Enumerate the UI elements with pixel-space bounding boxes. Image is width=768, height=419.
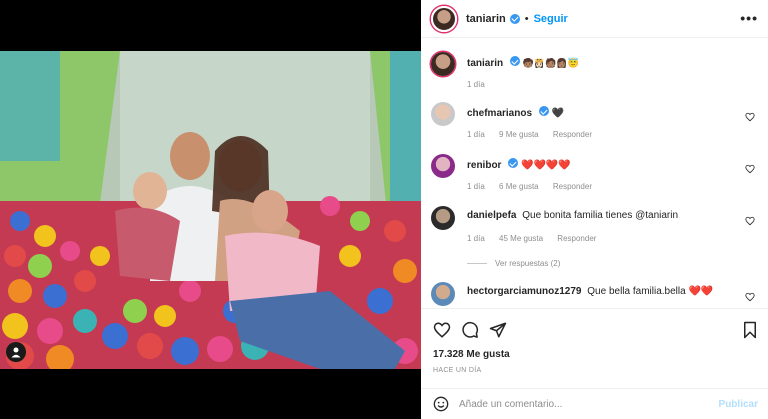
comment-meta: 1 día 45 Me gusta Responder xyxy=(467,234,608,243)
comment-body: danielpefa Que bonita familia tienes @ta… xyxy=(467,210,747,221)
comment-body: hectorgarciamunoz1279 Que bella familia.… xyxy=(467,286,747,297)
caption-body: taniarin 🧒🏽👸🏻🧑🏽👩🏽😇 xyxy=(467,56,747,69)
comment-time: 1 día xyxy=(467,182,485,191)
share-icon[interactable] xyxy=(489,321,507,339)
user-tag-icon[interactable] xyxy=(6,342,26,362)
view-replies-button[interactable]: Ver respuestas (2) xyxy=(467,259,560,268)
publish-button[interactable]: Publicar xyxy=(719,399,758,410)
heart-icon[interactable] xyxy=(745,216,755,226)
verified-icon xyxy=(508,158,519,168)
comment-time: 1 día xyxy=(467,234,485,243)
comment-text: ❤️❤️❤️❤️ xyxy=(521,160,571,171)
comment-avatar[interactable] xyxy=(431,102,455,126)
follow-button[interactable]: Seguir xyxy=(534,13,568,25)
comment-author[interactable]: danielpefa xyxy=(467,210,516,221)
post-actions: 17.328 Me gusta HACE UN DÍA xyxy=(421,308,768,388)
comment-meta: 1 día 6 Me gusta Responder xyxy=(467,182,604,191)
caption-author[interactable]: taniarin xyxy=(467,58,503,69)
comment-text: 🖤 xyxy=(551,108,565,119)
instagram-post-modal: taniarin • Seguir ••• taniarin 🧒🏽👸🏻🧑🏽👩🏽😇… xyxy=(0,0,768,419)
post-photo[interactable] xyxy=(0,51,421,369)
comment-icon[interactable] xyxy=(461,321,479,339)
heart-icon[interactable] xyxy=(745,164,755,174)
comment-time: 1 día xyxy=(467,130,485,139)
comment-author[interactable]: renibor xyxy=(467,160,501,171)
verified-icon xyxy=(509,56,520,66)
comments-list[interactable]: taniarin 🧒🏽👸🏻🧑🏽👩🏽😇 1 día chefmarianos 🖤 … xyxy=(421,42,768,308)
comment-likes-link[interactable]: 45 Me gusta xyxy=(499,234,543,243)
comment-author[interactable]: chefmarianos xyxy=(467,108,532,119)
comment-likes-link[interactable]: 6 Me gusta xyxy=(499,182,539,191)
save-icon[interactable] xyxy=(741,321,759,339)
verified-icon xyxy=(509,13,520,24)
comment-body: chefmarianos 🖤 xyxy=(467,106,747,119)
reply-button[interactable]: Responder xyxy=(553,182,592,191)
post-header: taniarin • Seguir ••• xyxy=(421,0,768,38)
comment-avatar[interactable] xyxy=(431,154,455,178)
reply-button[interactable]: Responder xyxy=(553,130,592,139)
comment-composer: Publicar xyxy=(421,388,768,419)
verified-icon xyxy=(538,106,549,116)
user-tag-glyph xyxy=(11,347,21,358)
post-details-panel: taniarin • Seguir ••• taniarin 🧒🏽👸🏻🧑🏽👩🏽😇… xyxy=(421,0,768,419)
comment-body: renibor ❤️❤️❤️❤️ xyxy=(467,158,747,171)
photo-illustration xyxy=(0,51,421,369)
comment-likes-link[interactable]: 9 Me gusta xyxy=(499,130,539,139)
caption-meta: 1 día xyxy=(467,80,497,89)
more-options-icon[interactable]: ••• xyxy=(740,10,758,26)
comment-text: Que bella familia.bella ❤️❤️ xyxy=(587,286,714,297)
heart-icon[interactable] xyxy=(745,292,755,302)
comment-meta: 1 día 9 Me gusta Responder xyxy=(467,130,604,139)
caption-text: 🧒🏽👸🏻🧑🏽👩🏽😇 xyxy=(522,58,579,68)
separator-dot: • xyxy=(524,12,529,25)
comment-input[interactable] xyxy=(459,398,699,410)
reply-button[interactable]: Responder xyxy=(557,234,596,243)
comment-avatar[interactable] xyxy=(431,282,455,306)
emoji-icon[interactable] xyxy=(433,396,449,412)
likes-count[interactable]: 17.328 Me gusta xyxy=(433,349,510,360)
comment-avatar[interactable] xyxy=(431,206,455,230)
media-area xyxy=(0,0,421,419)
author-username[interactable]: taniarin xyxy=(466,13,506,25)
heart-icon[interactable] xyxy=(433,321,451,339)
comment-author[interactable]: hectorgarciamunoz1279 xyxy=(467,286,582,297)
post-timestamp: HACE UN DÍA xyxy=(433,367,482,374)
heart-icon[interactable] xyxy=(745,112,755,122)
comment-text: Que bonita familia tienes @taniarin xyxy=(522,210,679,221)
caption-time: 1 día xyxy=(467,80,485,89)
author-avatar[interactable] xyxy=(431,5,457,32)
caption-avatar[interactable] xyxy=(431,52,455,76)
